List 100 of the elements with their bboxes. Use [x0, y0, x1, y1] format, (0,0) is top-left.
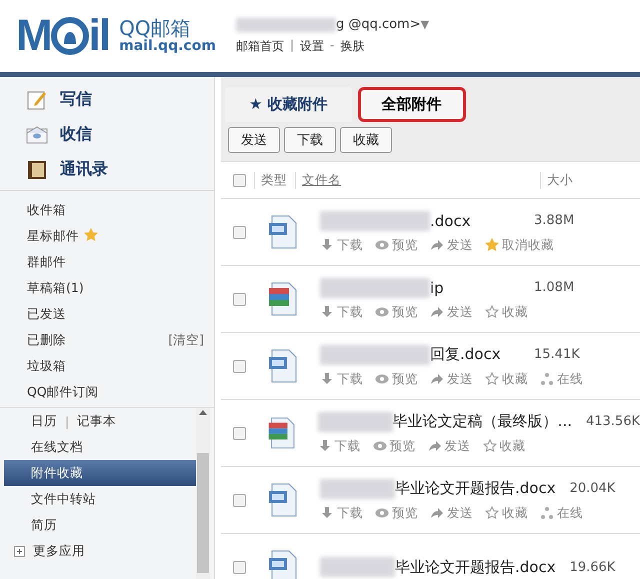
file-action-link[interactable]: 发送 — [430, 504, 473, 522]
eye-icon — [375, 238, 389, 252]
app-link[interactable]: 附件收藏 — [4, 460, 196, 486]
folder-link[interactable]: 垃圾箱 — [0, 353, 214, 379]
file-size: 15.41K — [534, 347, 580, 362]
file-action-link[interactable]: 收藏 — [485, 504, 528, 522]
header-link[interactable]: 邮箱首页 — [236, 38, 284, 55]
file-action-link[interactable]: 收藏 — [485, 304, 528, 320]
star-icon — [485, 506, 499, 520]
envelope-icon — [26, 124, 48, 146]
row-checkbox[interactable] — [233, 426, 246, 440]
file-action-link[interactable]: 下载 — [320, 370, 363, 388]
row-checkbox[interactable] — [233, 494, 246, 506]
folder-label: 草稿箱(1) — [27, 280, 84, 296]
domain-text: mail.qq.com — [119, 39, 216, 54]
folder-link[interactable]: QQ邮件订阅 — [0, 379, 214, 405]
file-action-link[interactable]: 在线 — [540, 370, 583, 388]
folder-link[interactable]: 已删除 [清空] — [0, 327, 214, 353]
caret-icon[interactable]: ▼ — [420, 18, 430, 31]
tab[interactable]: 全部附件 — [358, 87, 466, 122]
header-link[interactable]: 设置 — [300, 38, 324, 55]
file-action-link[interactable]: 发送 — [428, 438, 471, 454]
brand-name: QQ邮箱 — [119, 18, 191, 40]
notepad-pencil-icon — [26, 88, 48, 110]
star-icon — [485, 305, 499, 319]
file-action-link[interactable]: 取消收藏 — [485, 236, 554, 254]
row-checkbox[interactable] — [233, 360, 246, 372]
main-action-link[interactable]: 写信 — [26, 87, 214, 112]
folder-label: 收件箱 — [27, 202, 66, 218]
file-name[interactable]: 回复.docx — [430, 345, 520, 364]
folder-label: 已删除 — [27, 332, 66, 348]
arrow-icon — [430, 238, 444, 252]
toolbar-button[interactable]: 发送 — [228, 127, 280, 153]
column-header[interactable]: 文件名 — [295, 172, 532, 188]
file-size: 413.56K — [586, 414, 640, 429]
download-icon — [320, 238, 334, 252]
column-header: 类型 — [254, 172, 287, 188]
folder-link[interactable]: 已发送 — [0, 301, 214, 327]
notepad-link[interactable]: 记事本 — [77, 412, 116, 430]
header-link[interactable]: 换肤 — [340, 38, 364, 55]
folder-label: 群邮件 — [27, 254, 66, 270]
app-link[interactable]: 日历 | 记事本 — [4, 408, 196, 434]
address-book-icon — [26, 158, 48, 180]
file-action-link[interactable]: 发送 — [430, 236, 473, 254]
download-icon — [318, 439, 332, 453]
file-name[interactable]: ip — [430, 278, 520, 296]
scrollbar-thumb[interactable] — [197, 453, 209, 573]
app-link[interactable]: 文件中转站 — [4, 486, 196, 512]
file-action-link[interactable]: 预览 — [375, 370, 418, 388]
file-action-link[interactable]: 预览 — [375, 504, 418, 522]
plus-box-icon — [14, 546, 25, 556]
app-link[interactable]: 简历 — [4, 512, 196, 538]
app-link[interactable]: 在线文档 — [4, 434, 196, 460]
file-action-link[interactable]: 收藏 — [482, 438, 526, 454]
folder-link[interactable]: 收件箱 — [0, 197, 214, 223]
main-action-link[interactable]: 通讯录 — [26, 157, 214, 182]
arrow-icon — [430, 506, 444, 520]
file-size: 1.08M — [534, 280, 574, 295]
more-apps-link[interactable]: 更多应用 — [4, 538, 196, 564]
row-checkbox[interactable] — [233, 560, 246, 574]
file-action-link[interactable]: 发送 — [430, 304, 473, 320]
empty-trash-link[interactable]: [清空] — [168, 332, 204, 348]
row-checkbox[interactable] — [233, 226, 246, 238]
file-name[interactable]: 毕业论文定稿（最终版）... — [392, 412, 572, 431]
arrow-icon — [430, 372, 444, 386]
file-action-link[interactable]: 收藏 — [485, 370, 528, 388]
file-name[interactable]: 毕业论文开题报告.docx — [395, 479, 556, 498]
folder-link[interactable]: 星标邮件 — [0, 223, 214, 249]
file-action-link[interactable]: 预览 — [375, 236, 418, 254]
file-action-link[interactable]: 预览 — [372, 438, 416, 454]
file-action-link[interactable]: 下载 — [320, 504, 363, 522]
select-all-checkbox[interactable] — [233, 174, 246, 186]
file-name[interactable]: 毕业论文开题报告.docx — [395, 558, 556, 576]
share-icon — [540, 506, 554, 520]
toolbar-button[interactable]: 收藏 — [340, 127, 392, 153]
eye-icon — [375, 372, 389, 386]
separator-text: | — [65, 414, 70, 428]
file-action-link[interactable]: 在线 — [540, 504, 583, 522]
file-action-link[interactable]: 发送 — [430, 370, 473, 388]
file-action-link[interactable]: 下载 — [318, 438, 361, 454]
arrow-icon — [430, 305, 444, 319]
file-action-link[interactable]: 下载 — [320, 236, 363, 254]
folder-label: 垃圾箱 — [27, 358, 66, 374]
scroll-up-icon — [199, 408, 207, 416]
file-name[interactable]: .docx — [430, 212, 520, 230]
row-checkbox[interactable] — [233, 292, 246, 306]
tab[interactable]: ★ 收藏附件 — [225, 87, 352, 122]
star-icon — [485, 238, 499, 252]
star-icon — [84, 228, 98, 242]
file-action-link[interactable]: 下载 — [320, 304, 363, 320]
folder-link[interactable]: 草稿箱(1) — [0, 275, 214, 301]
account-address: g @qq.com> — [336, 17, 421, 32]
separator-text: - — [330, 38, 334, 54]
toolbar-button[interactable]: 下载 — [284, 127, 336, 153]
download-icon — [320, 372, 334, 386]
folder-link[interactable]: 群邮件 — [0, 249, 214, 275]
file-action-link[interactable]: 预览 — [375, 304, 418, 320]
folder-label: 已发送 — [27, 306, 66, 322]
eye-icon — [375, 305, 389, 319]
main-action-link[interactable]: 收信 — [26, 122, 214, 147]
